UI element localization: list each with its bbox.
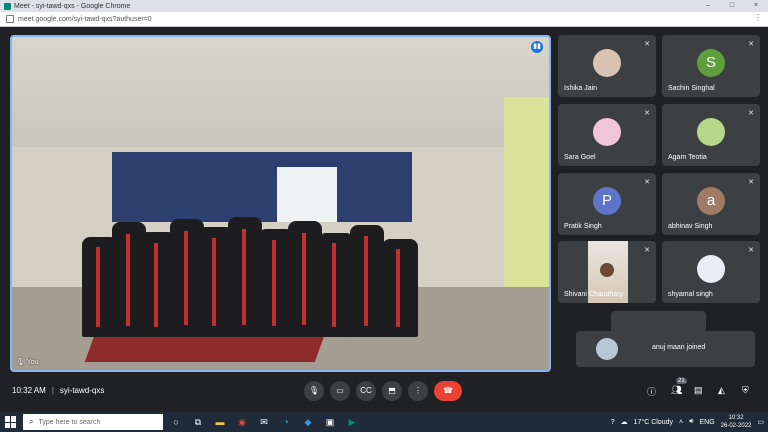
join-notification-text: anuj maan joined	[652, 344, 706, 351]
volume-icon[interactable]: 🔊︎	[689, 418, 693, 426]
participant-tile[interactable]: a ✕ abhinav Singh	[662, 173, 760, 235]
avatar: P	[593, 187, 621, 215]
meeting-code: syi-tawd-qxs	[59, 386, 105, 395]
minimize-button[interactable]: –	[696, 0, 720, 12]
meet-taskbar-icon[interactable]: ▶	[343, 417, 361, 428]
avatar	[593, 49, 621, 77]
avatar: S	[697, 49, 725, 77]
avatar	[697, 118, 725, 146]
graduates-group	[82, 212, 422, 337]
chrome-icon[interactable]: ◉	[233, 417, 251, 428]
tray-arrow-icon[interactable]: ˄	[679, 419, 683, 426]
mic-off-icon: ✕	[748, 110, 754, 117]
store-icon[interactable]: ▣	[321, 417, 339, 428]
participant-tile[interactable]: ✕ Sara Goel	[558, 104, 656, 166]
ceiling	[12, 37, 549, 147]
participant-tile[interactable]: ✕ shyamal singh	[662, 241, 760, 303]
weather-text[interactable]: 17°C Cloudy	[634, 419, 673, 426]
activities-icon[interactable]: ◭	[718, 385, 725, 396]
self-label: 🎙︎ You	[16, 359, 39, 366]
clock-date: 26-02-2022	[720, 423, 752, 429]
camera-button[interactable]: ▭	[330, 381, 350, 401]
participant-name: Sachin Singhal	[668, 85, 715, 92]
window-controls: – □ ×	[696, 0, 768, 12]
help-icon[interactable]: ?	[611, 419, 615, 426]
participant-name: Pratik Singh	[564, 223, 602, 230]
clock[interactable]: 10:32 26-02-2022	[721, 414, 752, 430]
participant-name: abhinav Singh	[668, 223, 713, 230]
window-title: Meet - syi-tawd-qxs - Google Chrome	[14, 2, 131, 10]
url-text[interactable]: meet.google.com/syi-tawd-qxs?authuser=0	[18, 16, 152, 23]
self-name: You	[26, 359, 39, 366]
chat-icon[interactable]: ▤	[694, 385, 703, 396]
edge-icon[interactable]: ◔	[277, 417, 295, 427]
windows-taskbar: ⌕ Type here to search ○ ⧉ ▬ ◉ ✉ ◔ ◆ ▣ ▶ …	[0, 412, 768, 432]
more-options-button[interactable]: ⋮	[408, 381, 428, 401]
notification-icon[interactable]: ▭	[757, 418, 764, 426]
taskbar-search[interactable]: ⌕ Type here to search	[23, 414, 163, 430]
participant-name: Ishika Jain	[564, 85, 598, 92]
captions-button[interactable]: CC	[356, 381, 376, 401]
mic-off-icon: ✕	[644, 110, 650, 117]
avatar: a	[697, 187, 725, 215]
address-bar[interactable]: meet.google.com/syi-tawd-qxs?authuser=0 …	[0, 12, 768, 27]
search-icon: ⌕	[29, 417, 34, 426]
present-button[interactable]: ⬒	[382, 381, 402, 401]
dropbox-icon[interactable]: ◆	[299, 417, 317, 428]
avatar	[593, 118, 621, 146]
mic-off-icon: ✕	[748, 247, 754, 254]
participant-name: shyamal singh	[668, 291, 713, 298]
join-notification: anuj maan joined	[576, 331, 755, 367]
maximize-button[interactable]: □	[720, 0, 744, 12]
hidden-tiles-peek	[611, 311, 706, 333]
lock-icon	[6, 15, 14, 23]
windows-start-icon[interactable]	[5, 416, 17, 428]
meeting-time: 10:32 AM	[12, 386, 46, 395]
chrome-menu-icon[interactable]: ⋮	[754, 13, 762, 22]
participant-name: Agam Teotia	[668, 154, 707, 161]
main-video-feed[interactable]: ▮▮ 🎙︎ You	[10, 35, 551, 372]
mic-off-icon: ✕	[644, 179, 650, 186]
mail-icon[interactable]: ✉	[255, 417, 273, 428]
search-placeholder: Type here to search	[38, 418, 101, 426]
clock-time: 10:32	[728, 415, 744, 421]
participant-tile[interactable]: P ✕ Pratik Singh	[558, 173, 656, 235]
avatar	[697, 255, 725, 283]
mic-button[interactable]: 🎙︎	[304, 381, 324, 401]
language-indicator[interactable]: ENG	[700, 419, 715, 426]
browser-title-bar: Meet - syi-tawd-qxs - Google Chrome – □ …	[0, 0, 768, 12]
participant-name: Shivani Chaudhary	[564, 291, 624, 298]
participant-tile[interactable]: ✕ Shivani Chaudhary	[558, 241, 656, 303]
participant-count-badge: 21	[676, 378, 687, 384]
avatar	[596, 338, 618, 360]
participant-tile[interactable]: ✕ Agam Teotia	[662, 104, 760, 166]
meeting-details-icon[interactable]: ⓘ	[647, 385, 656, 398]
system-tray: ? ☁ 17°C Cloudy ˄ 🔊︎ ENG 10:32 26-02-202…	[605, 412, 764, 432]
side-wall	[504, 97, 549, 317]
participant-tile[interactable]: ✕ Ishika Jain	[558, 35, 656, 97]
end-call-button[interactable]: ☎	[434, 381, 462, 401]
people-icon[interactable]: 👥︎	[671, 385, 682, 396]
cortana-icon[interactable]: ○	[167, 417, 185, 427]
mic-off-icon: ✕	[644, 41, 650, 48]
weather-icon[interactable]: ☁	[621, 418, 628, 426]
participant-name: Sara Goel	[564, 154, 596, 161]
mic-off-icon: ✕	[748, 41, 754, 48]
meet-favicon-icon	[4, 2, 11, 10]
participant-tile[interactable]: S ✕ Sachin Singhal	[662, 35, 760, 97]
mic-off-icon: ✕	[644, 247, 650, 254]
task-view-icon[interactable]: ⧉	[189, 417, 207, 428]
audio-indicator-icon: ▮▮	[531, 41, 543, 53]
meeting-info: 10:32 AM | syi-tawd-qxs	[12, 386, 105, 395]
file-explorer-icon[interactable]: ▬	[211, 417, 229, 427]
host-controls-icon[interactable]: ⛨	[742, 385, 749, 396]
close-button[interactable]: ×	[744, 0, 768, 12]
mic-off-icon: ✕	[748, 179, 754, 186]
